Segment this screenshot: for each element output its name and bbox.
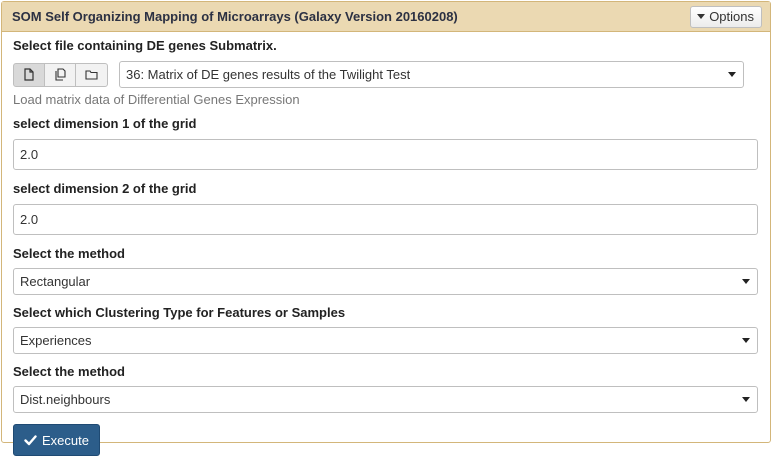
files-icon	[54, 68, 66, 81]
file-field-row: 36: Matrix of DE genes results of the Tw…	[13, 61, 758, 88]
tool-form-header: SOM Self Organizing Mapping of Microarra…	[2, 2, 770, 32]
file-field-label: Select file containing DE genes Submatri…	[13, 38, 277, 53]
multiple-datasets-button[interactable]	[44, 62, 76, 87]
dim2-field-label: select dimension 2 of the grid	[13, 181, 197, 196]
clustering-select[interactable]: Experiences	[13, 327, 758, 354]
options-button[interactable]: Options	[690, 5, 762, 28]
clustering-field-label: Select which Clustering Type for Feature…	[13, 305, 346, 320]
dataset-mode-group	[13, 62, 108, 87]
clustering-select-value: Experiences	[20, 333, 92, 348]
file-field-help: Load matrix data of Differential Genes E…	[13, 92, 300, 107]
method2-field-label: Select the method	[13, 364, 125, 379]
chevron-down-icon	[742, 397, 750, 402]
dim1-input[interactable]	[13, 139, 758, 170]
options-label: Options	[709, 9, 754, 24]
caret-down-icon	[697, 14, 706, 19]
tool-title: SOM Self Organizing Mapping of Microarra…	[12, 9, 458, 24]
file-select-value: 36: Matrix of DE genes results of the Tw…	[126, 67, 411, 82]
single-dataset-button[interactable]	[13, 62, 45, 87]
file-select[interactable]: 36: Matrix of DE genes results of the Tw…	[119, 61, 744, 88]
execute-button[interactable]: Execute	[13, 424, 100, 456]
tool-form-panel: SOM Self Organizing Mapping of Microarra…	[1, 1, 771, 456]
dim1-field-label: select dimension 1 of the grid	[13, 116, 197, 131]
method-select-value: Rectangular	[20, 274, 91, 289]
chevron-down-icon	[742, 279, 750, 284]
tool-form-body: Select file containing DE genes Submatri…	[2, 32, 770, 456]
method2-select-value: Dist.neighbours	[20, 392, 111, 407]
execute-label: Execute	[42, 432, 89, 448]
dim2-input[interactable]	[13, 204, 758, 235]
check-icon	[24, 434, 37, 445]
chevron-down-icon	[742, 338, 750, 343]
folder-icon	[85, 69, 98, 80]
method2-select[interactable]: Dist.neighbours	[13, 386, 758, 413]
dataset-collection-button[interactable]	[75, 62, 108, 87]
method-select[interactable]: Rectangular	[13, 268, 758, 295]
file-icon	[24, 68, 34, 81]
method-field-label: Select the method	[13, 246, 125, 261]
chevron-down-icon	[728, 72, 736, 77]
